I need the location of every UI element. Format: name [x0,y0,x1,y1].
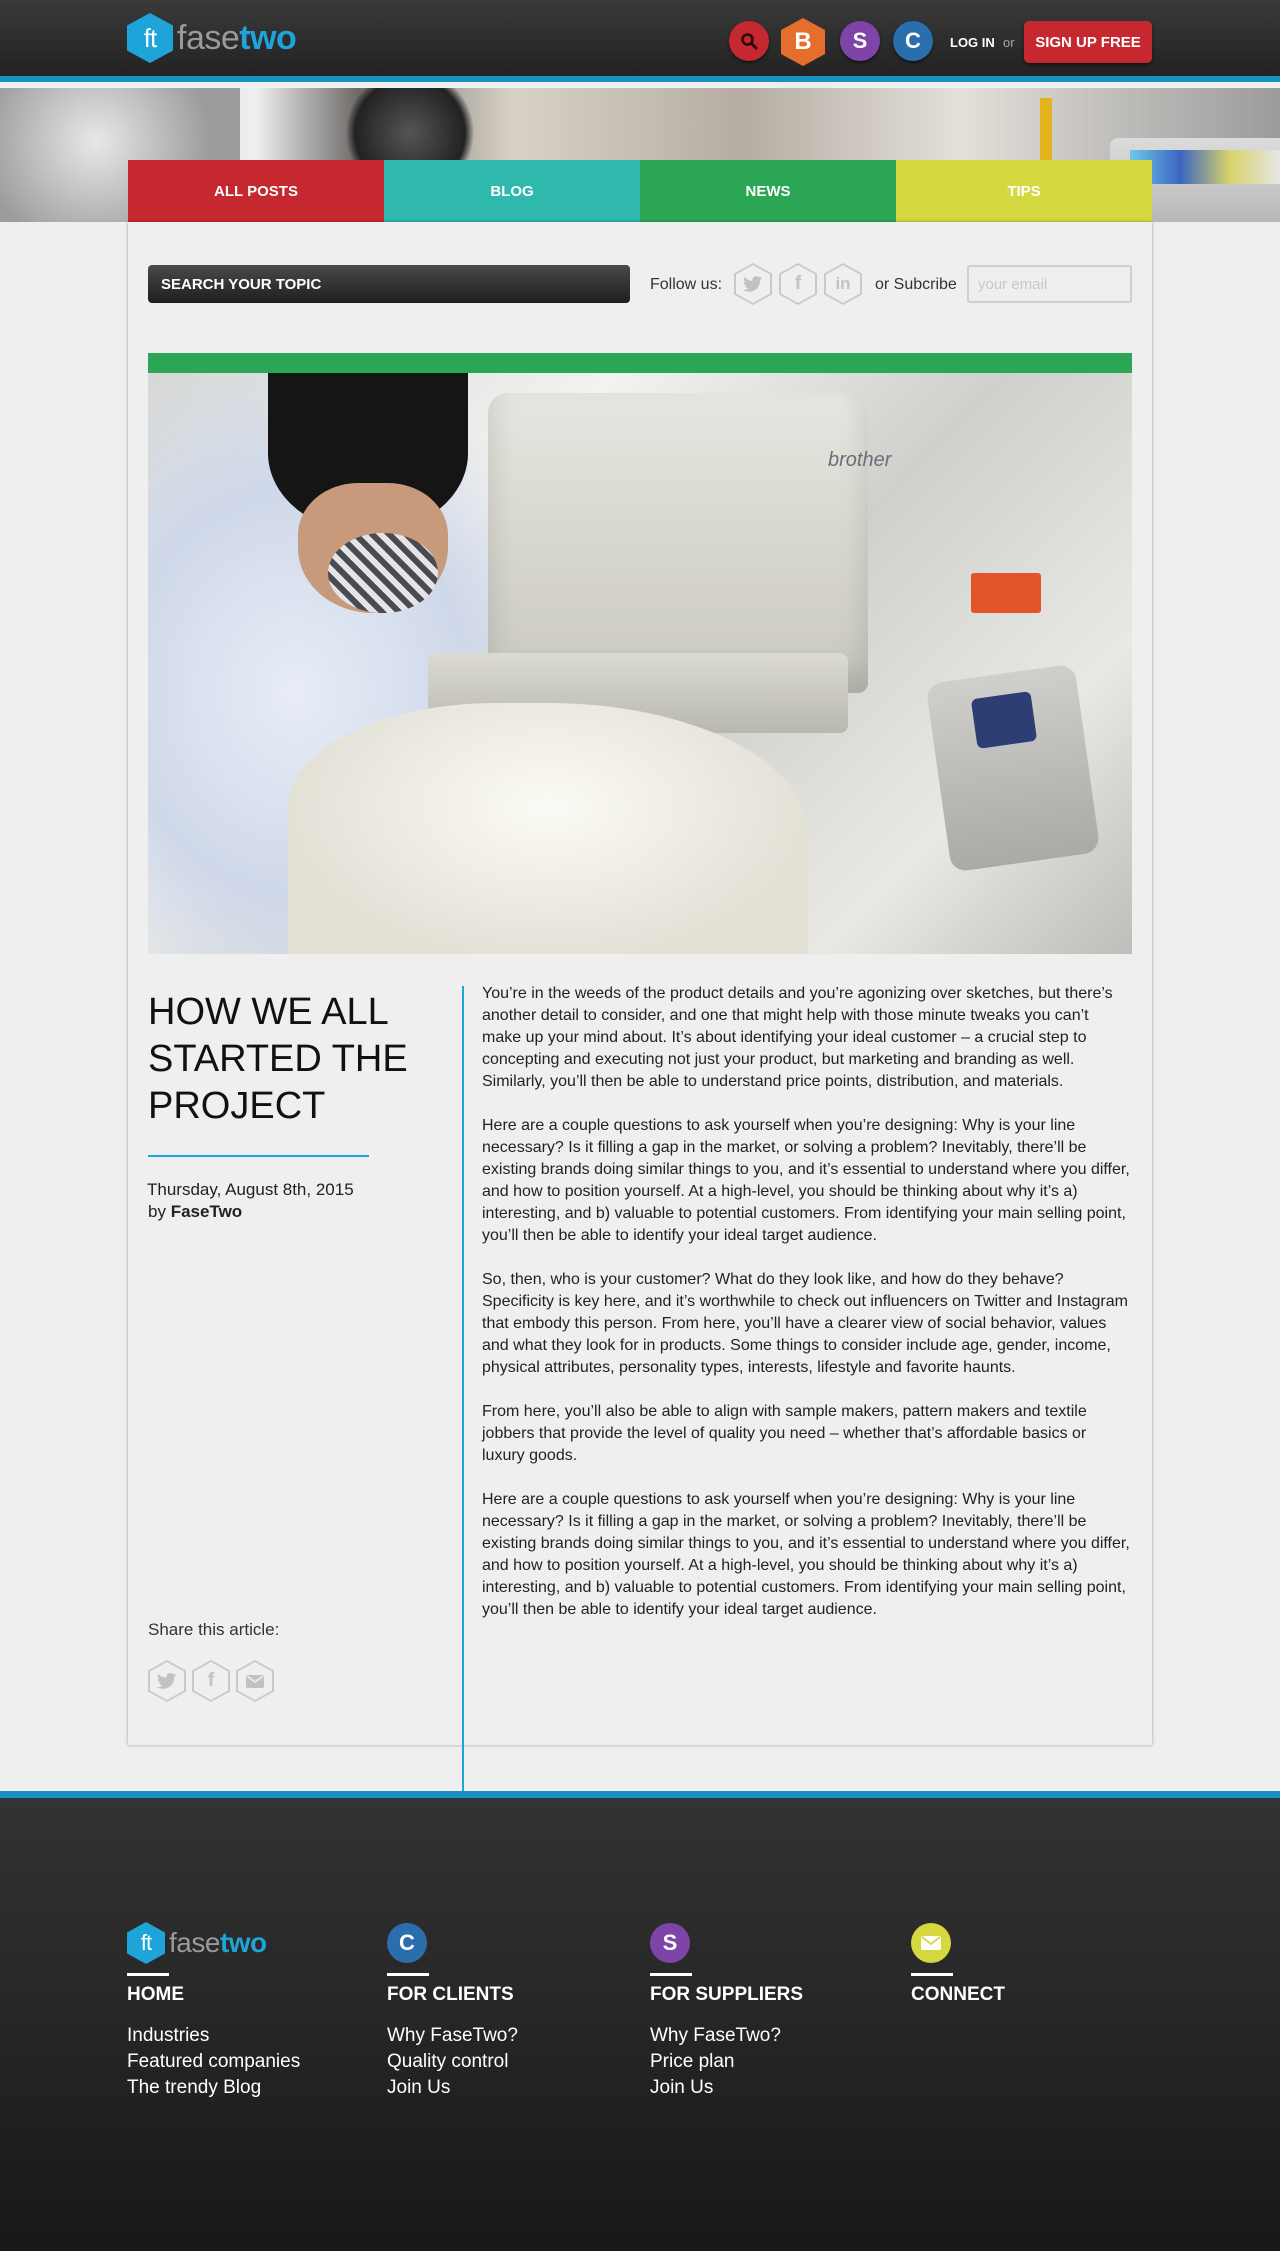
buyers-button[interactable]: B [781,18,825,66]
footer-underline [650,1973,692,1976]
linkedin-icon: in [835,274,851,293]
tab-blog[interactable]: BLOG [384,160,640,222]
footer-link-industries[interactable]: Industries [127,2023,300,2049]
article-paragraph: So, then, who is your customer? What do … [482,1271,1128,1376]
logo-wordmark: fasetwo [177,18,297,57]
signup-button[interactable]: SIGN UP FREE [1024,21,1152,63]
article-paragraph: Here are a couple questions to ask yours… [482,1117,1130,1244]
site-header: ft fasetwo B S C LOG IN or SIGN UP FREE [0,0,1280,88]
linkedin-follow-button[interactable]: in [824,263,862,305]
site-footer: ft fasetwo HOME Industries Featured comp… [0,1791,1280,2251]
tab-tips[interactable]: TIPS [896,160,1152,222]
footer-col-connect: CONNECT [911,1923,1005,2006]
suppliers-icon: S [650,1923,690,1963]
article-byline: by FaseTwo [148,1202,242,1222]
article-card: SEARCH YOUR TOPIC Follow us: f in or Sub… [128,222,1152,1944]
article-title: HOW WE ALL STARTED THE PROJECT [148,991,408,1127]
or-separator: or [1003,35,1015,50]
footer-heading: FOR CLIENTS [387,1984,514,2005]
footer-heading: FOR SUPPLIERS [650,1984,804,2005]
footer-link-featured[interactable]: Featured companies [127,2049,300,2075]
share-twitter-button[interactable] [148,1660,186,1702]
tab-news[interactable]: NEWS [640,160,896,222]
tab-all-posts[interactable]: ALL POSTS [128,160,384,222]
article-author[interactable]: FaseTwo [171,1202,242,1221]
facebook-icon: f [207,1670,215,1691]
follow-label: Follow us: [650,276,723,293]
article-paragraph: From here, you’ll also be able to align … [482,1403,1087,1464]
footer-logo[interactable]: ft fasetwo [127,1922,300,1964]
site-logo[interactable]: ft fasetwo [127,13,297,63]
clients-button[interactable]: C [893,21,933,61]
footer-link-quality[interactable]: Quality control [387,2049,518,2075]
share-email-button[interactable] [236,1660,274,1702]
share-facebook-button[interactable]: f [192,1660,230,1702]
footer-heading: HOME [127,1984,184,2005]
twitter-icon [734,263,772,305]
footer-link-why[interactable]: Why FaseTwo? [387,2023,518,2049]
email-field[interactable] [967,265,1132,303]
logo-mark: ft [127,13,173,63]
footer-link-blog[interactable]: The trendy Blog [127,2075,300,2101]
topic-search-bar[interactable]: SEARCH YOUR TOPIC [148,265,630,303]
article-hero-image: brother [148,353,1132,954]
facebook-icon: f [794,273,802,294]
article-paragraph: Here are a couple questions to ask yours… [482,1491,1130,1618]
mail-icon [236,1660,274,1702]
article-paragraph: You’re in the weeds of the product detai… [482,985,1113,1090]
footer-heading: CONNECT [911,1984,1005,2005]
footer-col-home: ft fasetwo HOME Industries Featured comp… [127,1922,300,2101]
twitter-follow-button[interactable] [734,263,772,305]
login-link[interactable]: LOG IN [950,35,995,50]
byline-prefix: by [148,1202,166,1221]
footer-link-join[interactable]: Join Us [387,2075,518,2101]
title-divider [148,1155,369,1157]
footer-col-suppliers: S FOR SUPPLIERS Why FaseTwo? Price plan … [650,1923,803,2101]
footer-underline [387,1973,429,1976]
footer-link-why[interactable]: Why FaseTwo? [650,2023,803,2049]
footer-col-clients: C FOR CLIENTS Why FaseTwo? Quality contr… [387,1923,518,2101]
category-nav: ALL POSTS BLOG NEWS TIPS [128,160,1152,222]
footer-link-join[interactable]: Join Us [650,2075,803,2101]
share-label: Share this article: [148,1620,280,1639]
footer-logo-mark: ft [127,1922,165,1964]
footer-underline [127,1973,169,1976]
facebook-follow-button[interactable]: f [779,263,817,305]
machine-brand-label: brother [828,449,892,471]
clients-icon: C [387,1923,427,1963]
subscribe-label: or Subcribe [875,276,957,293]
search-icon [741,33,758,50]
suppliers-button[interactable]: S [840,21,880,61]
search-button[interactable] [729,21,769,61]
article-body: You’re in the weeds of the product detai… [482,983,1132,1643]
article-date: Thursday, August 8th, 2015 [147,1180,354,1199]
mail-icon[interactable] [911,1923,951,1963]
footer-link-price[interactable]: Price plan [650,2049,803,2075]
footer-underline [911,1973,953,1976]
twitter-icon [148,1660,186,1702]
